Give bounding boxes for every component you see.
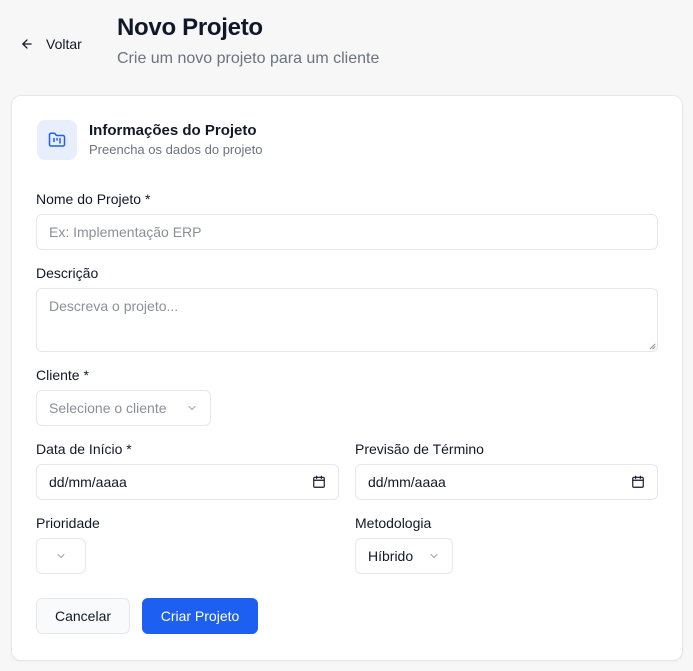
project-name-label: Nome do Projeto * (36, 191, 151, 207)
calendar-icon[interactable] (631, 475, 645, 489)
client-select-placeholder: Selecione o cliente (49, 400, 167, 416)
start-date-value: dd/mm/aaaa (49, 474, 127, 490)
resize-grip-icon[interactable] (649, 343, 656, 350)
back-button-label: Voltar (46, 36, 82, 52)
chevron-down-icon (57, 554, 65, 558)
start-date-input[interactable]: dd/mm/aaaa (36, 464, 339, 500)
end-date-input[interactable]: dd/mm/aaaa (355, 464, 658, 500)
client-select[interactable]: Selecione o cliente (36, 390, 211, 426)
priority-label: Prioridade (36, 515, 100, 531)
end-date-value: dd/mm/aaaa (368, 474, 446, 490)
card-title: Informações do Projeto (89, 122, 257, 139)
calendar-icon[interactable] (312, 475, 326, 489)
methodology-select-value: Híbrido (368, 548, 414, 564)
end-date-label: Previsão de Término (355, 441, 484, 457)
page-header: Voltar Novo Projeto Crie um novo projeto… (0, 0, 693, 90)
page-title: Novo Projeto (117, 14, 263, 41)
chevron-down-icon (188, 406, 196, 410)
priority-select[interactable] (36, 538, 86, 574)
client-label: Cliente * (36, 367, 89, 383)
start-date-label: Data de Início * (36, 441, 132, 457)
page-subtitle: Crie um novo projeto para um cliente (117, 50, 380, 67)
methodology-select[interactable]: Híbrido (355, 538, 453, 574)
methodology-label: Metodologia (355, 515, 432, 531)
cancel-button[interactable]: Cancelar (36, 598, 130, 634)
back-button[interactable]: Voltar (20, 34, 82, 54)
description-label: Descrição (36, 265, 99, 281)
chevron-down-icon (430, 554, 438, 558)
arrow-left-icon (22, 39, 32, 49)
create-project-button[interactable]: Criar Projeto (142, 598, 258, 634)
card-subtitle: Preencha os dados do projeto (89, 142, 263, 157)
project-name-input[interactable] (36, 214, 658, 250)
project-form-card: Informações do Projeto Preencha os dados… (11, 95, 683, 661)
description-textarea[interactable] (36, 288, 658, 352)
folder-kanban-icon (37, 120, 77, 160)
